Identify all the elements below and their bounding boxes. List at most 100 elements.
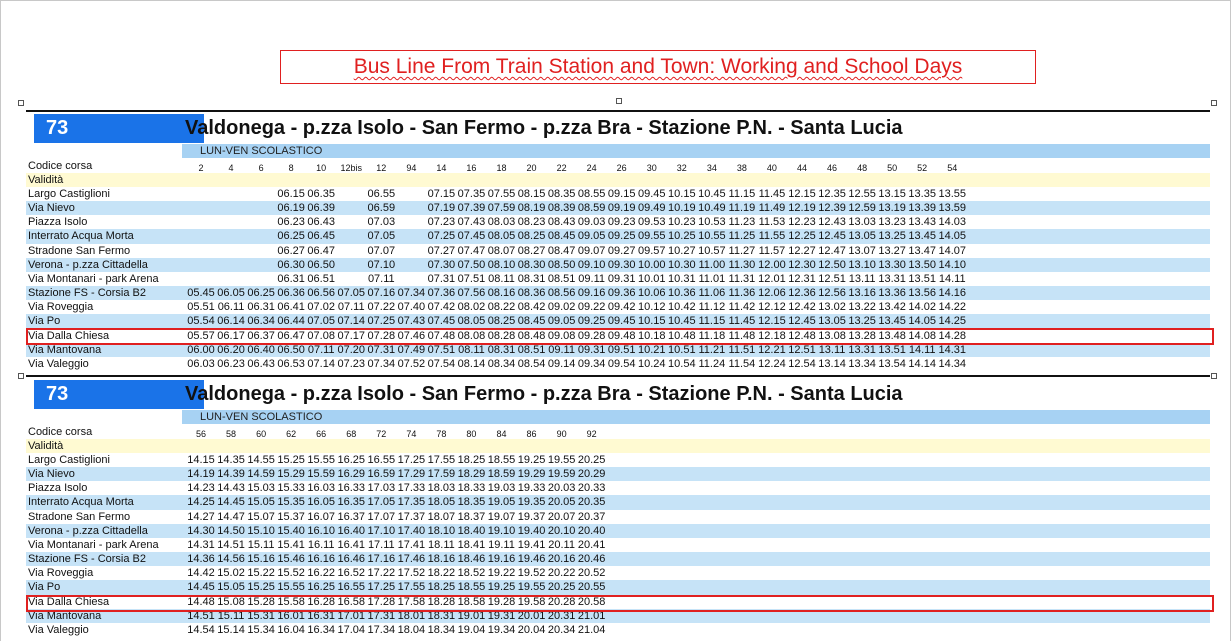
departure-time: 09.03 <box>577 216 606 229</box>
departure-time: 20.22 <box>547 567 576 580</box>
departure-time: 16.41 <box>337 538 366 551</box>
departure-time: 12.31 <box>788 272 816 285</box>
departure-time: 11.54 <box>728 357 756 370</box>
departure-time: 14.25 <box>187 496 215 509</box>
departure-time: 14.03 <box>938 216 967 229</box>
departure-time: 18.37 <box>457 510 486 523</box>
departure-time: 16.52 <box>337 567 366 580</box>
departure-time: 15.14 <box>217 623 245 636</box>
departure-time: 08.16 <box>487 287 516 300</box>
timetable-row: Stradone San Fermo 14.27 14.47 15.07 15.37 16… <box>26 510 1210 524</box>
highlight-via-dalla-chiesa-afternoon <box>26 595 1214 612</box>
departure-time: 18.52 <box>457 567 486 580</box>
departure-time: 20.03 <box>547 482 576 495</box>
departure-time: 15.40 <box>277 524 305 537</box>
departure-time: 12.15 <box>788 188 816 200</box>
departure-time: 07.25 <box>427 230 456 243</box>
departure-time: 14.51 <box>217 538 245 551</box>
departure-time: 07.16 <box>367 287 396 300</box>
departure-time: 06.05 <box>217 287 245 300</box>
departure-time: 17.22 <box>367 567 396 580</box>
departure-time: 08.14 <box>457 357 486 370</box>
departure-time: 06.59 <box>367 202 396 215</box>
departure-time: 12.42 <box>788 301 816 314</box>
departure-time: 19.25 <box>517 454 546 466</box>
departure-time: 09.14 <box>547 357 576 370</box>
departure-time: 14.25 <box>938 315 967 328</box>
departure-time: 20.16 <box>547 553 576 566</box>
departure-time: 15.33 <box>277 482 305 495</box>
departure-time: 13.42 <box>878 301 906 314</box>
departure-time: 15.41 <box>277 538 305 551</box>
departure-time: 09.54 <box>607 357 636 370</box>
selection-handle-bottom-right[interactable] <box>1211 373 1217 379</box>
departure-time: 16.35 <box>337 496 366 509</box>
departure-time: 11.25 <box>728 230 756 243</box>
departure-time: 06.25 <box>277 230 305 243</box>
departure-time: 17.59 <box>427 468 456 481</box>
code-row-label: Codice corsa <box>28 426 93 438</box>
departure-time: 10.31 <box>668 272 696 285</box>
departure-time: 13.05 <box>818 315 846 328</box>
departure-time: 14.39 <box>217 468 245 481</box>
selection-handle-top-left[interactable] <box>18 100 24 106</box>
departure-time: 12.47 <box>818 244 846 257</box>
departure-time: 08.50 <box>547 258 576 271</box>
departure-time: 14.14 <box>908 357 936 370</box>
departure-time: 12.00 <box>758 258 786 271</box>
departure-time: 08.36 <box>517 287 546 300</box>
departure-time: 13.43 <box>908 216 936 229</box>
stop-name: Via Po <box>28 581 61 594</box>
departure-time: 13.35 <box>908 188 936 200</box>
departure-time: 08.51 <box>547 272 576 285</box>
departure-time: 08.43 <box>547 216 576 229</box>
timetable-row: Largo Castiglioni 06.15 06.35 06.55 07.15 07.… <box>26 187 1210 201</box>
departure-time: 14.47 <box>217 510 245 523</box>
departure-time: 17.10 <box>367 524 396 537</box>
departure-time: 13.45 <box>908 230 936 243</box>
departure-time: 06.03 <box>187 357 215 370</box>
departure-time: 15.46 <box>277 553 305 566</box>
departure-time: 09.15 <box>607 188 636 200</box>
selection-handle-top-middle[interactable] <box>616 98 622 104</box>
departure-time: 17.03 <box>367 482 396 495</box>
departure-time: 14.02 <box>908 301 936 314</box>
departure-time: 19.37 <box>517 510 546 523</box>
departure-time: 15.02 <box>217 567 245 580</box>
departure-time: 07.51 <box>457 272 486 285</box>
departure-time: 19.04 <box>457 623 486 636</box>
departure-time: 16.37 <box>337 510 366 523</box>
stop-name: Stazione FS - Corsia B2 <box>28 553 146 566</box>
departure-time: 11.49 <box>758 202 786 215</box>
departure-time: 16.05 <box>307 496 335 509</box>
departure-time: 16.40 <box>337 524 366 537</box>
departure-time: 20.10 <box>547 524 576 537</box>
departure-time: 19.34 <box>487 623 516 636</box>
departure-time: 12.39 <box>818 202 846 215</box>
departure-time: 16.04 <box>277 623 305 636</box>
stop-name: Via Montanari - park Arena <box>28 538 159 551</box>
departure-time: 19.40 <box>517 524 546 537</box>
departure-time: 17.33 <box>397 482 426 495</box>
departure-time: 07.47 <box>457 244 486 257</box>
departure-time: 14.15 <box>187 454 215 466</box>
day-type-band: LUN-VEN SCOLASTICO <box>182 144 1210 158</box>
departure-time: 10.49 <box>698 202 726 215</box>
timetable-row: Via Montanari - park Arena 06.31 06.51 07.1… <box>26 272 1210 286</box>
departure-time: 08.35 <box>547 188 576 200</box>
departure-time: 11.24 <box>698 357 726 370</box>
departure-time: 13.54 <box>878 357 906 370</box>
stop-name: Piazza Isolo <box>28 482 88 495</box>
departure-time: 06.45 <box>307 230 335 243</box>
departure-time: 09.45 <box>607 315 636 328</box>
departure-time: 13.34 <box>848 357 876 370</box>
selection-handle-top-right[interactable] <box>1211 100 1217 106</box>
timetable-row: Via Po 05.54 06.14 06.34 06.44 07.05 07.14 07.2… <box>26 314 1210 329</box>
departure-time: 07.42 <box>427 301 456 314</box>
selection-handle-bottom-left[interactable] <box>18 373 24 379</box>
departure-time: 17.11 <box>367 538 395 551</box>
departure-time: 16.22 <box>307 567 335 580</box>
departure-time: 08.55 <box>577 188 606 200</box>
departure-time: 15.25 <box>277 454 305 466</box>
departure-time: 07.54 <box>427 357 456 370</box>
